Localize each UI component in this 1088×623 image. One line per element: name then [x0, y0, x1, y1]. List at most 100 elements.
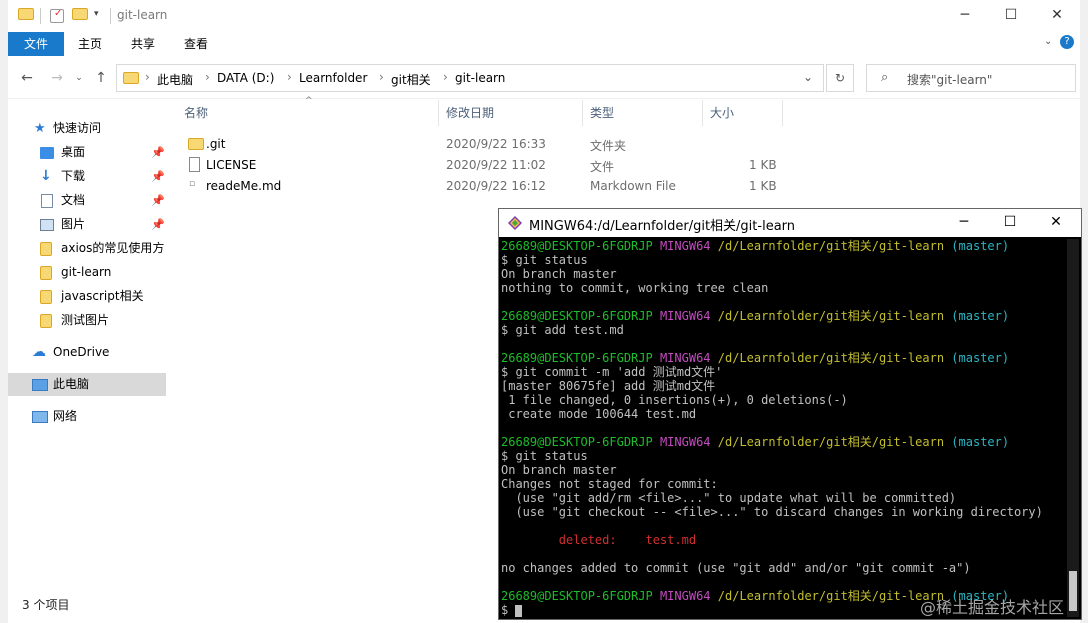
pin-icon[interactable]: 📌	[151, 165, 165, 188]
pin-icon[interactable]: 📌	[151, 213, 165, 236]
tab-file[interactable]: 文件	[8, 32, 64, 56]
nav-label: 测试图片	[61, 313, 110, 327]
qa-dropdown-icon[interactable]: ▾	[94, 9, 99, 25]
properties-icon[interactable]: ✓	[50, 8, 64, 23]
nav-label: axios的常见使用方	[61, 241, 165, 255]
breadcrumb-separator: ›	[205, 70, 210, 84]
column-divider[interactable]	[438, 100, 439, 126]
scrollbar-thumb[interactable]	[1069, 571, 1077, 611]
address-bar[interactable]: › 此电脑 › DATA (D:) › Learnfolder › git相关 …	[116, 64, 824, 92]
up-button[interactable]: ↑	[90, 67, 112, 89]
prompt-user: 26689@DESKTOP-6FGDRJP	[501, 309, 653, 323]
folder-icon	[40, 242, 52, 256]
column-size[interactable]: 大小	[710, 104, 734, 126]
breadcrumb-learnfolder[interactable]: Learnfolder	[299, 71, 367, 85]
tab-share[interactable]: 共享	[122, 32, 164, 56]
minimize-button[interactable]: ─	[941, 209, 987, 237]
chevron-down-icon[interactable]: ⌄	[1044, 36, 1052, 47]
maximize-button[interactable]: ☐	[988, 0, 1034, 32]
breadcrumb-separator: ›	[145, 70, 150, 84]
maximize-button[interactable]: ☐	[987, 209, 1033, 237]
file-type: 文件	[590, 160, 615, 174]
terminal-line: $ git add test.md	[501, 323, 624, 337]
prompt-user: 26689@DESKTOP-6FGDRJP	[501, 239, 653, 253]
nav-onedrive[interactable]: ☁ OneDrive	[8, 341, 166, 364]
column-type[interactable]: 类型	[590, 104, 614, 126]
file-row[interactable]: LICENSE 2020/9/22 11:02 文件 1 KB	[184, 155, 804, 176]
nav-label: git-learn	[61, 265, 112, 279]
tab-home[interactable]: 主页	[70, 32, 110, 56]
nav-network[interactable]: 网络	[8, 405, 166, 428]
nav-quick-access[interactable]: ★ 快速访问	[8, 117, 166, 140]
close-button[interactable]: ✕	[1034, 0, 1080, 32]
file-icon	[189, 157, 200, 172]
tab-view[interactable]: 查看	[176, 32, 216, 56]
folder-icon	[123, 72, 139, 84]
desktop-icon	[40, 147, 54, 159]
sort-ascending-icon: ^	[305, 96, 313, 106]
terminal-output[interactable]: 26689@DESKTOP-6FGDRJP MINGW64 /d/Learnfo…	[501, 239, 1067, 617]
chevron-down-icon[interactable]: ⌄	[803, 70, 813, 84]
ribbon-tabs: 文件 主页 共享 查看 ⌄ ?	[8, 32, 1080, 56]
nav-item-downloads[interactable]: ↓ 下载 📌	[8, 165, 166, 188]
nav-item-documents[interactable]: 文档 📌	[8, 189, 166, 212]
new-folder-icon[interactable]	[72, 8, 88, 20]
column-divider[interactable]	[582, 100, 583, 126]
recent-locations-icon[interactable]: ⌄	[68, 67, 90, 89]
file-size: 1 KB	[749, 158, 777, 172]
column-divider[interactable]	[702, 100, 703, 126]
computer-icon	[32, 379, 48, 391]
breadcrumb-git-learn[interactable]: git-learn	[455, 71, 505, 85]
file-row[interactable]: ▫ readeMe.md 2020/9/22 16:12 Markdown Fi…	[184, 176, 804, 197]
column-name[interactable]: 名称	[184, 104, 208, 126]
prompt-path: /d/Learnfolder/git相关/git-learn	[717, 239, 945, 253]
terminal-line: On branch master	[501, 463, 617, 477]
nav-item-axios[interactable]: axios的常见使用方	[8, 237, 166, 260]
prompt-path: /d/Learnfolder/git相关/git-learn	[717, 309, 945, 323]
terminal-line: create mode 100644 test.md	[501, 407, 697, 421]
nav-item-git-learn[interactable]: git-learn	[8, 261, 166, 284]
forward-button[interactable]: →	[46, 67, 68, 89]
prompt-branch: (master)	[951, 239, 1010, 253]
pin-icon[interactable]: 📌	[151, 141, 165, 164]
terminal-line: no changes added to commit (use "git add…	[501, 561, 971, 575]
search-input[interactable]: ⌕ 搜索"git-learn"	[866, 64, 1076, 92]
folder-icon	[18, 8, 34, 20]
file-name: .git	[206, 137, 226, 151]
refresh-button[interactable]: ↻	[826, 64, 854, 92]
input-line[interactable]: $	[501, 603, 523, 617]
breadcrumb-separator: ›	[379, 70, 384, 84]
breadcrumb-git[interactable]: git相关	[391, 71, 431, 88]
column-divider[interactable]	[782, 100, 783, 126]
nav-item-javascript[interactable]: javascript相关	[8, 285, 166, 308]
nav-label: 网络	[53, 409, 78, 423]
terminal-line: $ git status	[501, 253, 588, 267]
terminal-scrollbar[interactable]	[1067, 239, 1079, 617]
nav-this-pc[interactable]: 此电脑	[8, 373, 166, 396]
nav-item-desktop[interactable]: 桌面 📌	[8, 141, 166, 164]
file-date: 2020/9/22 16:12	[446, 179, 546, 193]
minimize-button[interactable]: ─	[942, 0, 988, 32]
nav-item-pictures[interactable]: 图片 📌	[8, 213, 166, 236]
divider	[40, 8, 41, 24]
breadcrumb-this-pc[interactable]: 此电脑	[157, 71, 193, 88]
prompt-line: 26689@DESKTOP-6FGDRJP MINGW64 /d/Learnfo…	[501, 351, 1009, 365]
mingw-icon	[508, 216, 522, 230]
close-button[interactable]: ✕	[1033, 209, 1079, 237]
prompt-sys: MINGW64	[659, 589, 711, 603]
file-row[interactable]: .git 2020/9/22 16:33 文件夹	[184, 134, 804, 155]
column-date[interactable]: 修改日期	[446, 104, 494, 126]
file-date: 2020/9/22 11:02	[446, 158, 546, 172]
prompt-sys: MINGW64	[659, 435, 711, 449]
terminal-window: MINGW64:/d/Learnfolder/git相关/git-learn ─…	[498, 208, 1082, 620]
breadcrumb-drive[interactable]: DATA (D:)	[217, 71, 274, 85]
nav-item-test-images[interactable]: 测试图片	[8, 309, 166, 332]
help-icon[interactable]: ?	[1060, 35, 1074, 49]
nav-label: OneDrive	[53, 345, 110, 359]
prompt-path: /d/Learnfolder/git相关/git-learn	[717, 589, 945, 603]
back-button[interactable]: ←	[16, 67, 38, 89]
pin-icon[interactable]: 📌	[151, 189, 165, 212]
nav-label: 下载	[61, 169, 86, 183]
prompt-line: 26689@DESKTOP-6FGDRJP MINGW64 /d/Learnfo…	[501, 239, 1009, 253]
prompt-path: /d/Learnfolder/git相关/git-learn	[717, 435, 945, 449]
